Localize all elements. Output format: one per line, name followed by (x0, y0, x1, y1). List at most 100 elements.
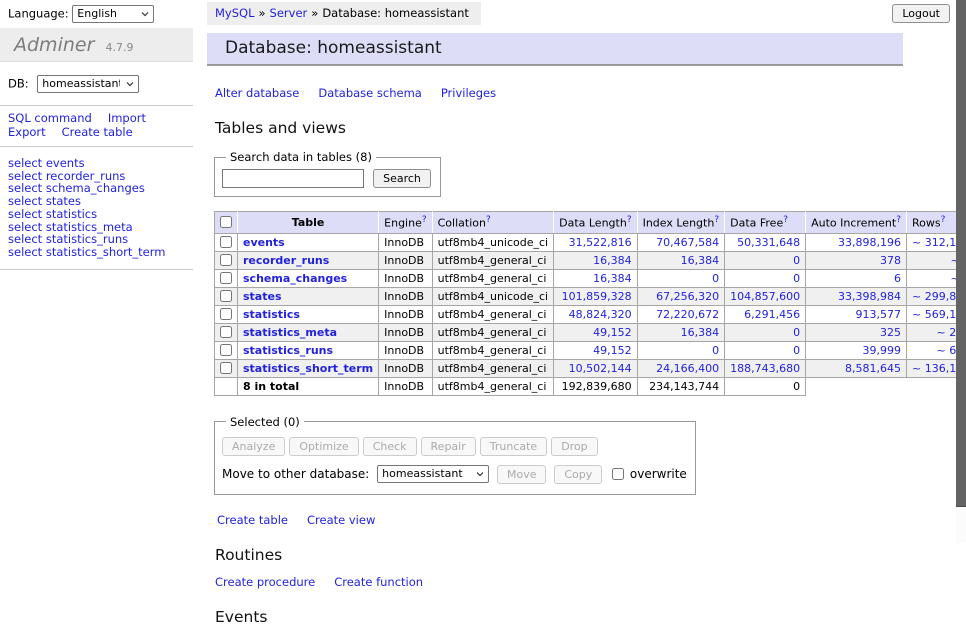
column-help-link[interactable]: ? (896, 215, 901, 225)
row-checkbox[interactable] (220, 308, 232, 320)
row-checkbox[interactable] (220, 254, 232, 266)
truncate-button[interactable]: Truncate (480, 437, 547, 456)
column-help-link[interactable]: ? (941, 215, 946, 225)
analyze-button[interactable]: Analyze (222, 437, 285, 456)
data-free-link[interactable]: 50,331,648 (737, 236, 800, 249)
db-select[interactable]: homeassistant (37, 75, 139, 93)
data-length-link[interactable]: 49,152 (593, 326, 632, 339)
column-help-link[interactable]: ? (422, 215, 427, 225)
optimize-button[interactable]: Optimize (289, 437, 358, 456)
auto-increment-link[interactable]: 33,898,196 (838, 236, 901, 249)
table-name-cell: events (238, 233, 379, 251)
total-label-cell: 8 in total (238, 377, 379, 395)
data-free-link[interactable]: 0 (793, 344, 800, 357)
sidebar-action-link[interactable]: Create table (62, 125, 133, 139)
column-help: ? (486, 215, 491, 225)
index-length-link[interactable]: 0 (712, 344, 719, 357)
main-content: MySQL»Server»Database: homeassistant Dat… (207, 0, 956, 626)
sidebar-item-select-statistics_short_term[interactable]: select statistics_short_term (8, 246, 193, 259)
repair-button[interactable]: Repair (421, 437, 476, 456)
sidebar-action-link[interactable]: Import (108, 111, 146, 125)
data-length-link[interactable]: 101,859,328 (562, 290, 632, 303)
row-select-cell (215, 359, 238, 377)
data-length-link[interactable]: 48,824,320 (569, 308, 632, 321)
column-help-link[interactable]: ? (714, 215, 719, 225)
total-collation-cell: utf8mb4_general_ci (432, 377, 553, 395)
data-length-link[interactable]: 16,384 (593, 254, 632, 267)
move-button[interactable]: Move (497, 465, 547, 484)
index-length-link[interactable]: 72,220,672 (656, 308, 719, 321)
data-length-link[interactable]: 16,384 (593, 272, 632, 285)
sidebar-item-select-states[interactable]: select states (8, 195, 193, 208)
table-link[interactable]: statistics (243, 308, 300, 321)
events-heading: Events (215, 608, 956, 626)
table-link[interactable]: schema_changes (243, 272, 347, 285)
index-length-link[interactable]: 16,384 (681, 326, 720, 339)
drop-button[interactable]: Drop (551, 437, 597, 456)
breadcrumb-link[interactable]: MySQL (215, 6, 255, 20)
table-link[interactable]: events (243, 236, 285, 249)
auto-increment-link[interactable]: 8,581,645 (845, 362, 901, 375)
search-input[interactable] (222, 169, 364, 188)
table-link[interactable]: statistics_short_term (243, 362, 373, 375)
index-length-link[interactable]: 0 (712, 272, 719, 285)
vertical-scrollbar[interactable] (956, 0, 966, 543)
auto-increment-link[interactable]: 6 (894, 272, 901, 285)
database-action-link[interactable]: Privileges (441, 86, 496, 100)
data-free-link[interactable]: 188,743,680 (730, 362, 800, 375)
auto-increment-link[interactable]: 33,398,984 (838, 290, 901, 303)
auto-increment-link[interactable]: 39,999 (863, 344, 902, 357)
column-help-link[interactable]: ? (486, 215, 491, 225)
data-length-link[interactable]: 10,502,144 (569, 362, 632, 375)
sidebar-item-select-statistics[interactable]: select statistics (8, 208, 193, 221)
table-link[interactable]: states (243, 290, 282, 303)
row-checkbox[interactable] (220, 362, 232, 374)
index-length-link[interactable]: 67,256,320 (656, 290, 719, 303)
breadcrumb-separator: » (311, 6, 318, 20)
select-all-checkbox[interactable] (220, 216, 232, 228)
scrollbar-thumb[interactable] (956, 0, 966, 507)
auto-increment-link[interactable]: 378 (880, 254, 901, 267)
table-link[interactable]: statistics_runs (243, 344, 333, 357)
data-free-link[interactable]: 0 (793, 272, 800, 285)
sidebar-action-link[interactable]: SQL command (8, 111, 92, 125)
row-checkbox[interactable] (220, 290, 232, 302)
data-free-cell: 0 (725, 323, 806, 341)
sidebar-item-select-events[interactable]: select events (8, 157, 193, 170)
index-length-link[interactable]: 16,384 (681, 254, 720, 267)
check-button[interactable]: Check (363, 437, 417, 456)
column-help-link[interactable]: ? (627, 215, 632, 225)
row-checkbox[interactable] (220, 236, 232, 248)
routine-link[interactable]: Create function (334, 575, 423, 589)
db-selector-row: DB: homeassistant (8, 75, 193, 93)
data-length-link[interactable]: 31,522,816 (569, 236, 632, 249)
index-length-link[interactable]: 70,467,584 (656, 236, 719, 249)
database-action-link[interactable]: Database schema (318, 86, 421, 100)
data-free-link[interactable]: 0 (793, 254, 800, 267)
database-action-link[interactable]: Alter database (215, 86, 299, 100)
routine-link[interactable]: Create procedure (215, 575, 315, 589)
data-free-link[interactable]: 6,291,456 (744, 308, 800, 321)
create-link[interactable]: Create view (307, 513, 375, 527)
overwrite-checkbox[interactable] (612, 468, 624, 480)
auto-increment-link[interactable]: 913,577 (856, 308, 902, 321)
table-link[interactable]: statistics_meta (243, 326, 337, 339)
row-checkbox[interactable] (220, 344, 232, 356)
index-length-link[interactable]: 24,166,400 (656, 362, 719, 375)
sidebar-action-link[interactable]: Export (8, 125, 46, 139)
data-length-link[interactable]: 49,152 (593, 344, 632, 357)
row-checkbox[interactable] (220, 272, 232, 284)
table-link[interactable]: recorder_runs (243, 254, 329, 267)
auto-increment-link[interactable]: 325 (880, 326, 901, 339)
overwrite-option: overwrite (610, 467, 687, 481)
table-row: statistics_runsInnoDButf8mb4_general_ci4… (215, 341, 966, 359)
create-link[interactable]: Create table (217, 513, 288, 527)
copy-button[interactable]: Copy (554, 465, 602, 484)
breadcrumb-link[interactable]: Server (270, 6, 308, 20)
search-button[interactable]: Search (373, 169, 431, 188)
data-free-link[interactable]: 104,857,600 (730, 290, 800, 303)
row-checkbox[interactable] (220, 326, 232, 338)
column-help-link[interactable]: ? (783, 215, 788, 225)
move-db-select[interactable]: homeassistant (377, 465, 489, 483)
data-free-link[interactable]: 0 (793, 326, 800, 339)
